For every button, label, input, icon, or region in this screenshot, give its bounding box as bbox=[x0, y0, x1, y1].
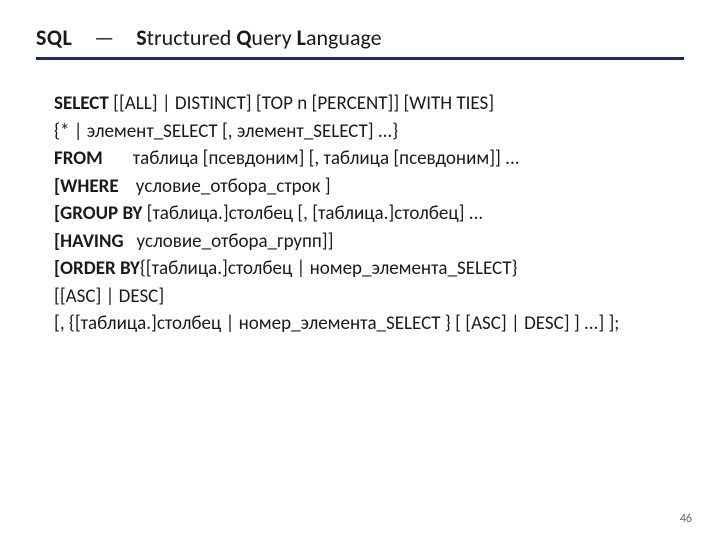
syntax-line-2: {* | элемент_SELECT [, элемент_SELECT] .… bbox=[54, 118, 684, 146]
syntax-line-9: [, {[таблица.]столбец | номер_элемента_S… bbox=[54, 310, 684, 338]
slide-header: SQL — Structured Query Language bbox=[36, 24, 684, 60]
sql-fullname: Structured Query Language bbox=[136, 24, 381, 51]
syntax-line-6: [HAVING условие_отбора_групп]] bbox=[54, 228, 684, 256]
syntax-block: SELECT [[ALL] | DISTINCT] [ТОР n [PERCEN… bbox=[54, 90, 684, 338]
syntax-line-4: [WHERE условие_отбора_строк ] bbox=[54, 173, 684, 201]
page-number: 46 bbox=[680, 512, 692, 526]
syntax-line-7: [ORDER BY{[таблица.]столбец | номер_элем… bbox=[54, 255, 684, 283]
syntax-line-1: SELECT [[ALL] | DISTINCT] [ТОР n [PERCEN… bbox=[54, 90, 684, 118]
dash: — bbox=[94, 24, 114, 51]
syntax-line-3: FROM таблица [псевдоним] [, таблица [псе… bbox=[54, 145, 684, 173]
sql-abbr: SQL bbox=[36, 24, 72, 51]
syntax-line-8: [[ASC] | DESC] bbox=[54, 283, 684, 311]
syntax-line-5: [GROUP BY [таблица.]столбец [, [таблица.… bbox=[54, 200, 684, 228]
